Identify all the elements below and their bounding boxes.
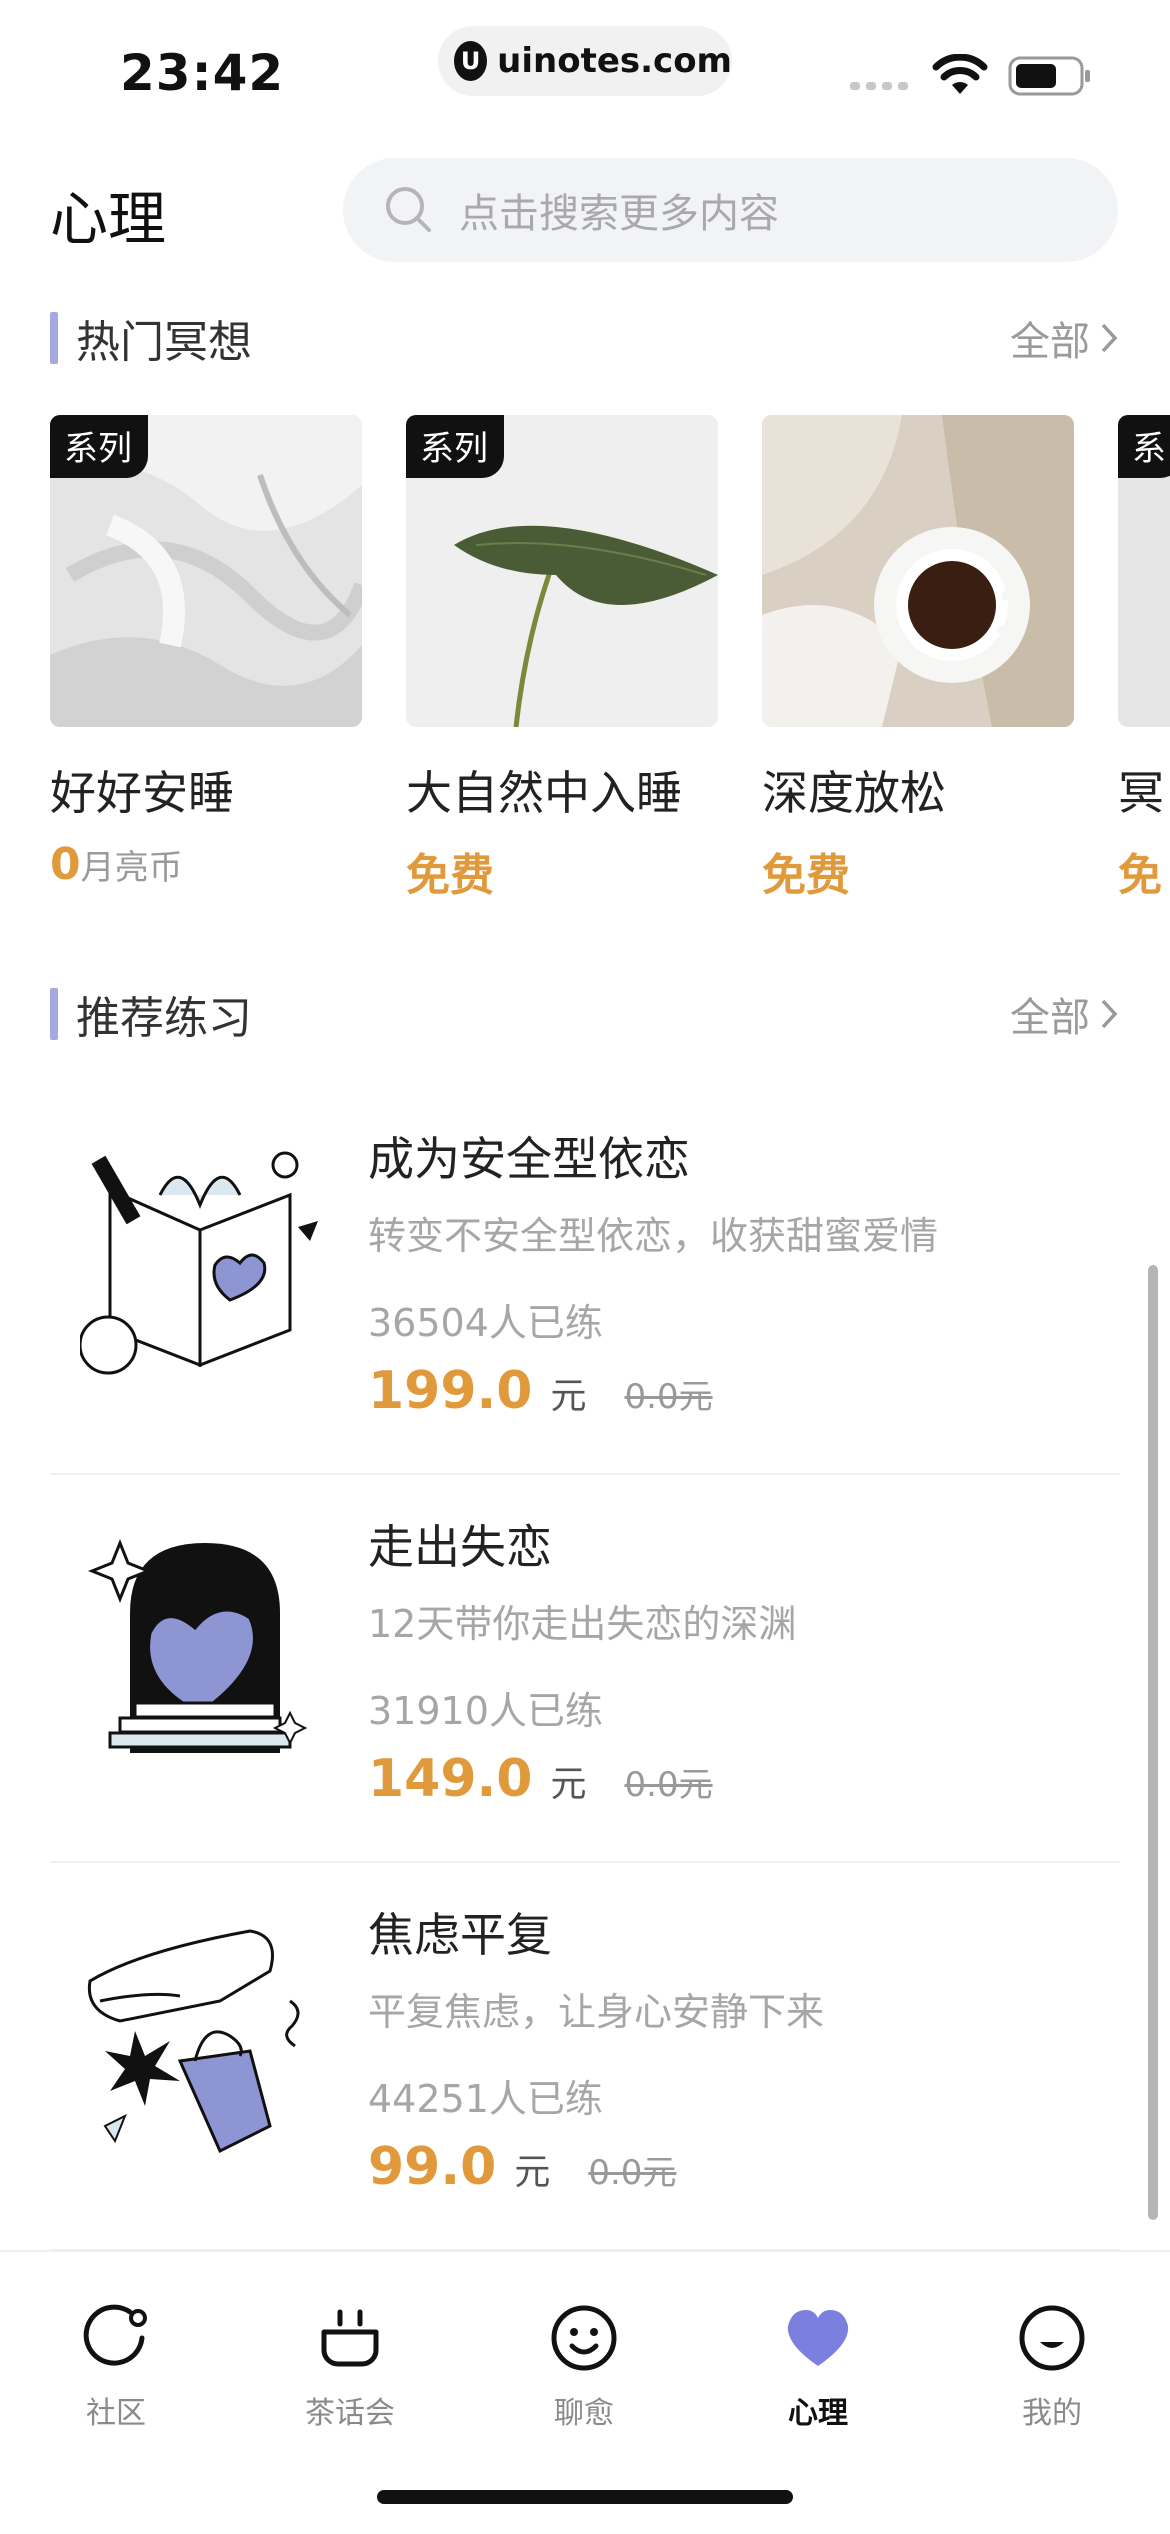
- tab-chat-heal[interactable]: 聊愈: [484, 2302, 684, 2432]
- tea-party-icon: [321, 2309, 379, 2367]
- url-pill[interactable]: U uinotes.com: [438, 26, 732, 96]
- wifi-icon: [932, 54, 988, 94]
- practice-title: 走出失恋: [368, 1520, 552, 1574]
- more-label: 全部: [1010, 319, 1090, 365]
- coffee-cup-image: [762, 415, 1074, 727]
- practice-desc: 12天带你走出失恋的深渊: [368, 1602, 797, 1646]
- chevron-right-icon: [1101, 999, 1118, 1029]
- practice-info: 焦虑平复 平复焦虑，让身心安静下来 44251人已练 99.0 元 0.0元: [368, 1899, 824, 2197]
- url-text: uinotes.com: [497, 41, 732, 81]
- practice-section-header: 推荐练习 全部: [50, 982, 1120, 1046]
- card-title: 好好安睡: [50, 766, 234, 820]
- price-row: 149.0 元 0.0元: [368, 1749, 796, 1809]
- practice-info: 成为安全型依恋 转变不安全型依恋，收获甜蜜爱情 36504人已练 199.0 元…: [368, 1123, 938, 1421]
- meditation-section-title: 热门冥想: [76, 317, 252, 368]
- search-placeholder: 点击搜索更多内容: [459, 191, 779, 237]
- home-indicator[interactable]: [377, 2490, 793, 2504]
- practice-more-link[interactable]: 全部: [1010, 985, 1120, 1043]
- practice-count: 36504人已练: [368, 1301, 603, 1345]
- series-badge: 系列: [406, 415, 504, 478]
- practice-item[interactable]: 成为安全型依恋 转变不安全型依恋，收获甜蜜爱情 36504人已练 199.0 元…: [50, 1085, 1120, 1475]
- bedsheet-image: 系列: [50, 415, 362, 727]
- tab-label: 社区: [86, 2396, 146, 2431]
- meditation-card[interactable]: 深度放松 免费: [762, 415, 1074, 903]
- meditation-card[interactable]: 系 冥 免: [1118, 415, 1170, 903]
- card-title: 大自然中入睡: [406, 766, 682, 820]
- community-icon: [83, 2304, 147, 2366]
- price-unit: 元: [550, 1376, 587, 1417]
- page-title: 心理: [50, 185, 167, 253]
- card-price: 0月亮币: [50, 839, 183, 890]
- price-row: 199.0 元 0.0元: [368, 1361, 938, 1421]
- card-image: 系: [1118, 415, 1170, 727]
- meditation-card[interactable]: 系列 大自然中入睡 免费: [406, 415, 718, 903]
- open-book-heart-icon: [80, 1151, 318, 1375]
- practice-title: 焦虑平复: [368, 1908, 552, 1962]
- arch-heart-icon: [87, 1538, 308, 1753]
- chevron-right-icon: [1101, 323, 1118, 353]
- chat-heal-icon: [551, 2305, 617, 2371]
- status-time: 23:42: [120, 44, 285, 102]
- section-accent-bar: [50, 312, 58, 364]
- original-price: 0.0元: [588, 2153, 677, 2193]
- tab-tea-party[interactable]: 茶话会: [250, 2302, 450, 2432]
- site-logo-icon: U: [454, 41, 488, 81]
- tab-community[interactable]: 社区: [16, 2302, 216, 2432]
- practice-count: 31910人已练: [368, 1689, 603, 1733]
- tab-label: 聊愈: [554, 2396, 614, 2431]
- leaf-image: 系列: [406, 415, 718, 727]
- card-title: 冥: [1118, 766, 1164, 820]
- tab-psychology[interactable]: 心理: [718, 2302, 918, 2432]
- scrollbar[interactable]: [1148, 1265, 1158, 2220]
- series-badge: 系列: [50, 415, 148, 478]
- practice-section-title: 推荐练习: [76, 993, 252, 1044]
- price: 149.0: [368, 1749, 533, 1809]
- tab-label: 茶话会: [305, 2396, 395, 2431]
- practice-item[interactable]: 焦虑平复 平复焦虑，让身心安静下来 44251人已练 99.0 元 0.0元: [50, 1861, 1120, 2251]
- card-price: 免: [1118, 850, 1162, 901]
- practice-desc: 转变不安全型依恋，收获甜蜜爱情: [368, 1214, 939, 1258]
- more-label: 全部: [1010, 995, 1090, 1041]
- series-badge: 系: [1118, 415, 1170, 478]
- cellular-signal-icon: [850, 82, 908, 90]
- original-price: 0.0元: [624, 1765, 713, 1805]
- price-unit: 元: [550, 1764, 587, 1805]
- price-row: 99.0 元 0.0元: [368, 2137, 824, 2197]
- price: 99.0: [368, 2137, 497, 2197]
- practice-count: 44251人已练: [368, 2077, 603, 2121]
- hand-bag-icon: [87, 1929, 300, 2154]
- original-price: 0.0元: [624, 1377, 713, 1417]
- search-icon: [386, 187, 431, 232]
- price-unit: 元: [514, 2152, 551, 2193]
- tab-label: 我的: [1022, 2396, 1082, 2431]
- meditation-more-link[interactable]: 全部: [1010, 309, 1120, 367]
- practice-info: 走出失恋 12天带你走出失恋的深渊 31910人已练 149.0 元 0.0元: [368, 1511, 796, 1809]
- card-price: 免费: [762, 850, 850, 901]
- tab-profile[interactable]: 我的: [952, 2302, 1152, 2432]
- meditation-card[interactable]: 系列 好好安睡 0月亮币: [50, 415, 362, 890]
- price: 199.0: [368, 1361, 533, 1421]
- profile-icon: [1019, 2305, 1085, 2371]
- tab-label: 心理: [788, 2396, 848, 2431]
- heart-icon: [787, 2310, 849, 2366]
- practice-desc: 平复焦虑，让身心安静下来: [368, 1990, 825, 2034]
- battery-icon: [1008, 56, 1090, 96]
- meditation-section-header: 热门冥想 全部: [50, 306, 1120, 370]
- search-input[interactable]: 点击搜索更多内容: [343, 158, 1118, 262]
- section-accent-bar: [50, 988, 58, 1040]
- card-price: 免费: [406, 850, 494, 901]
- card-title: 深度放松: [762, 766, 946, 820]
- practice-item[interactable]: 走出失恋 12天带你走出失恋的深渊 31910人已练 149.0 元 0.0元: [50, 1473, 1120, 1863]
- practice-title: 成为安全型依恋: [368, 1132, 690, 1186]
